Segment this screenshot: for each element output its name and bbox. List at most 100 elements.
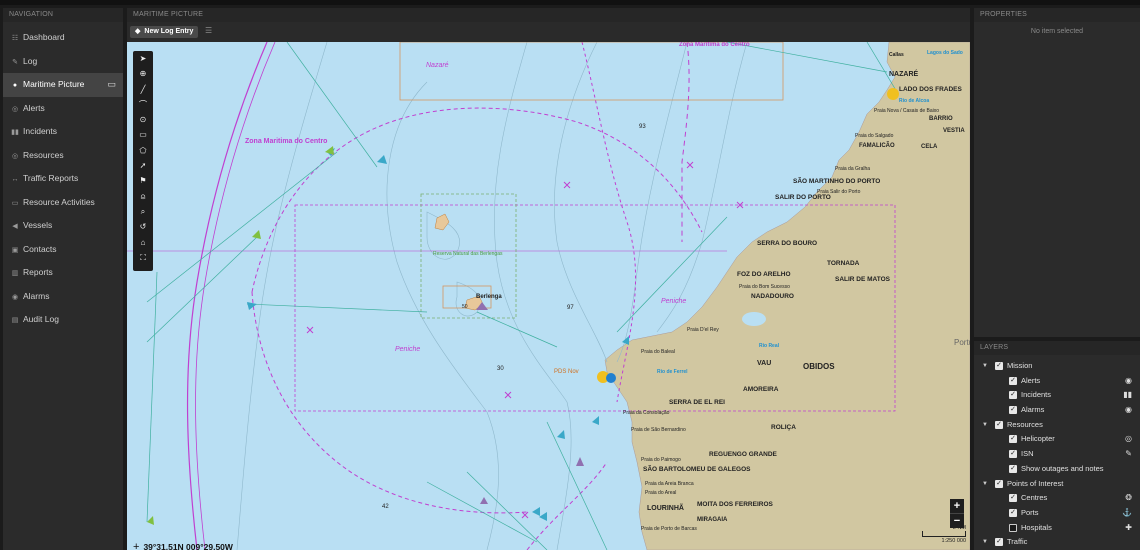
nav-item-log[interactable]: ✎ Log — [3, 50, 123, 74]
layer-row-mission[interactable]: ▼ ✓ Mission — [974, 359, 1140, 374]
pencil-icon: ✎ — [1125, 449, 1132, 459]
rotate-icon[interactable]: ↺ — [133, 219, 153, 234]
circle-icon[interactable]: ⊙ — [133, 112, 153, 127]
nav-item-incidents[interactable]: ▮▮ Incidents — [3, 120, 123, 144]
layer-label: Helicopter — [1021, 434, 1055, 444]
incidents-icon: ▮▮ — [1123, 390, 1132, 400]
layer-checkbox[interactable]: ✓ — [1009, 435, 1017, 444]
layer-row-ports[interactable]: ✓ Ports ⚓ — [974, 506, 1140, 521]
arc-icon[interactable]: ⌒ — [133, 97, 153, 112]
arrow-tool-icon[interactable]: ➚ — [133, 158, 153, 173]
nav-item-label: Resources — [23, 149, 64, 160]
monitor-icon[interactable]: ▭ — [107, 73, 116, 97]
contacts-icon: ▣ — [11, 246, 19, 254]
layer-checkbox[interactable]: ✓ — [1009, 391, 1017, 400]
map-label: Praia da Gralha — [835, 166, 871, 172]
map-label: Rio Real — [759, 343, 780, 349]
coordinates-text: 39°31.51N 009°29.50W — [143, 542, 233, 550]
zoom-icon[interactable]: ⌕ — [133, 204, 153, 219]
bell-icon[interactable]: ⍝ — [133, 189, 153, 204]
nav-item-alerts[interactable]: ◎ Alerts — [3, 97, 123, 121]
nav-item-label: Vessels — [23, 220, 53, 230]
new-log-entry-button[interactable]: ◆ New Log Entry — [130, 26, 199, 38]
layer-row-alarms[interactable]: ✓ Alarms ◉ — [974, 403, 1140, 418]
layer-row-incidents[interactable]: ✓ Incidents ▮▮ — [974, 388, 1140, 403]
expand-arrow-icon[interactable]: ▼ — [982, 477, 988, 492]
layer-label: Alerts — [1021, 375, 1041, 385]
expand-arrow-icon[interactable]: ▼ — [982, 418, 988, 433]
fullscreen-icon[interactable]: ⛶ — [133, 250, 153, 265]
circle-cross-icon[interactable]: ⊕ — [133, 66, 153, 81]
nav-item-reports[interactable]: ▥ Reports — [3, 261, 123, 285]
nav-item-label: Reports — [23, 267, 53, 277]
drawing-toolbar: ➤ ⊕ ╱ ⌒ ⊙ ▭ ⬠ ➚ ⚑ ⍝ ⌕ ↺ ⌂ ⛶ — [133, 51, 153, 271]
nav-item-resource-activities[interactable]: ▭ Resource Activities — [3, 191, 123, 215]
layer-label: Alarms — [1021, 405, 1045, 415]
layer-checkbox[interactable]: ✓ — [1009, 508, 1017, 517]
map-label: Praia do Areal — [645, 490, 677, 496]
nav-item-label: Maritime Picture — [23, 79, 85, 89]
list-view-icon[interactable]: ☰ — [205, 26, 212, 35]
layer-checkbox[interactable]: ✓ — [995, 538, 1003, 547]
nav-item-contacts[interactable]: ▣ Contacts — [3, 238, 123, 262]
nav-item-label: Contacts — [23, 243, 57, 254]
audit-icon: ▤ — [11, 317, 19, 324]
layer-row-resources[interactable]: ▼ ✓ Resources — [974, 418, 1140, 433]
nav-item-label: Audit Log — [23, 314, 59, 324]
new-log-entry-label: New Log Entry — [144, 28, 194, 35]
hospital-icon: ✚ — [1125, 522, 1132, 532]
expand-arrow-icon[interactable]: ▼ — [982, 535, 988, 550]
home-icon[interactable]: ⌂ — [133, 235, 153, 250]
layer-label: Show outages and notes — [1021, 463, 1104, 473]
nav-item-dashboard[interactable]: ☷ Dashboard — [3, 26, 123, 50]
resources-icon: ◎ — [11, 152, 19, 160]
layer-row-centres[interactable]: ✓ Centres ❂ — [974, 491, 1140, 506]
alert-icon: ◉ — [1125, 375, 1132, 385]
layer-checkbox[interactable]: ✓ — [1009, 494, 1017, 503]
layer-checkbox[interactable]: ✓ — [995, 362, 1003, 370]
nav-item-resources[interactable]: ◎ Resources — [3, 144, 123, 168]
nav-item-audit-log[interactable]: ▤ Audit Log — [3, 308, 123, 332]
layer-row-helicopter[interactable]: ✓ Helicopter ◎ — [974, 432, 1140, 447]
nav-item-vessels[interactable]: ◀ Vessels — [3, 214, 123, 238]
navigation-panel: NAVIGATION ☷ Dashboard ✎ Log ● Maritime Pictu… — [3, 8, 123, 550]
expand-arrow-icon[interactable]: ▼ — [982, 359, 988, 374]
line-icon[interactable]: ╱ — [133, 82, 153, 97]
map-label: Praia de Porto de Barcas — [641, 526, 697, 532]
layer-label: Ports — [1021, 507, 1039, 517]
layer-checkbox[interactable]: ✓ — [1009, 450, 1017, 459]
layer-checkbox[interactable]: ✓ — [1009, 406, 1017, 415]
layer-row-alerts[interactable]: ✓ Alerts ◉ — [974, 374, 1140, 389]
map-label: Peniche — [661, 298, 687, 305]
map-label: AMOREIRA — [743, 386, 779, 393]
map-label: 97 — [567, 305, 574, 311]
layer-checkbox[interactable] — [1009, 523, 1017, 532]
nav-item-traffic-reports[interactable]: ↔ Traffic Reports — [3, 167, 123, 191]
nav-item-alarms[interactable]: ◉ Alarms — [3, 285, 123, 309]
layer-row-traffic[interactable]: ▼ ✓ Traffic — [974, 535, 1140, 550]
rectangle-icon[interactable]: ▭ — [133, 127, 153, 142]
layer-row-hospitals[interactable]: Hospitals ✚ — [974, 521, 1140, 536]
map-label: 50 — [462, 304, 468, 310]
polygon-icon[interactable]: ⬠ — [133, 143, 153, 158]
layer-row-show-outages-and-notes[interactable]: ✓ Show outages and notes — [974, 462, 1140, 477]
map-label: 30 — [497, 366, 504, 372]
zoom-in-button[interactable]: + — [950, 499, 964, 513]
layers-title: LAYERS — [974, 341, 1140, 355]
layer-row-isn[interactable]: ✓ ISN ✎ — [974, 447, 1140, 462]
nav-item-maritime-picture[interactable]: ● Maritime Picture ▭ — [3, 73, 123, 97]
layer-row-points-of-interest[interactable]: ▼ ✓ Points of Interest — [974, 477, 1140, 492]
flag-icon[interactable]: ⚑ — [133, 173, 153, 188]
layer-checkbox[interactable]: ✓ — [995, 420, 1003, 429]
bar-chart-icon: ▥ — [11, 270, 19, 277]
layers-panel: LAYERS ▼ ✓ Mission ✓ Alerts ◉ ✓ Incidents ▮▮ ✓ Ala… — [974, 341, 1140, 550]
area-rectangle — [399, 42, 784, 101]
map-label: Praia de São Bernardino — [631, 427, 686, 433]
properties-title: PROPERTIES — [974, 8, 1140, 22]
pointer-icon[interactable]: ➤ — [133, 51, 153, 66]
layer-checkbox[interactable]: ✓ — [1009, 464, 1017, 473]
map-canvas[interactable]: Zona Maritima do Centro Zona Maritima do… — [127, 42, 970, 550]
layer-checkbox[interactable]: ✓ — [995, 479, 1003, 488]
map-label: LADO DOS FRADES — [899, 86, 962, 93]
layer-checkbox[interactable]: ✓ — [1009, 376, 1017, 385]
